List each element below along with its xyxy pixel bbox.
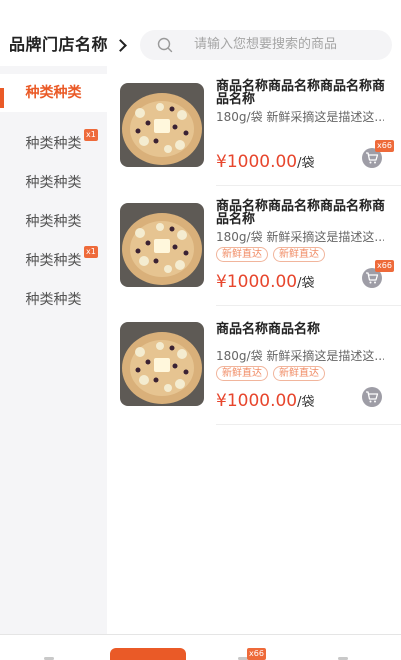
price-value: ¥1000.00 <box>216 391 298 411</box>
sidebar-item[interactable]: 种类种类 <box>0 74 107 112</box>
tab-category-active[interactable] <box>110 648 186 660</box>
sidebar-item-label: 种类种类 <box>25 85 82 101</box>
tab-cart-badge: x66 <box>247 648 266 660</box>
product-price: ¥1000.00/袋 <box>216 270 315 296</box>
product-image[interactable] <box>120 322 204 406</box>
product-tag: 新鲜直达 <box>216 366 268 381</box>
product-description: 180g/袋 新鲜采摘这是描述这... <box>216 230 384 244</box>
product-name: 商品名称商品名称商品名称商品名称 <box>216 199 386 227</box>
product-card[interactable]: 商品名称商品名称商品名称商品名称 180g/袋 新鲜采摘这是描述这... ¥10… <box>107 66 401 186</box>
product-name: 商品名称商品名称商品名称商品名称 <box>216 79 386 107</box>
search-icon <box>157 37 173 53</box>
price-value: ¥1000.00 <box>216 272 298 292</box>
divider <box>216 424 401 425</box>
header: 品牌门店名称 请输入您想要搜索的商品 <box>0 0 401 66</box>
product-image[interactable] <box>120 203 204 287</box>
cart-icon <box>366 272 379 284</box>
cart-icon <box>366 391 379 403</box>
product-card[interactable]: 商品名称商品名称 180g/袋 新鲜采摘这是描述这... 新鲜直达 新鲜直达 ¥… <box>107 305 401 425</box>
product-list: 商品名称商品名称商品名称商品名称 180g/袋 新鲜采摘这是描述这... ¥10… <box>107 66 401 634</box>
add-to-cart-button[interactable] <box>362 387 382 407</box>
cart-count-badge: x66 <box>375 260 394 272</box>
price-value: ¥1000.00 <box>216 152 298 172</box>
sidebar-item-label: 种类种类 <box>25 175 82 191</box>
cart-count-badge: x66 <box>375 140 394 152</box>
product-card[interactable]: 商品名称商品名称商品名称商品名称 180g/袋 新鲜采摘这是描述这... 新鲜直… <box>107 186 401 306</box>
search-placeholder: 请输入您想要搜索的商品 <box>194 37 338 52</box>
product-tags: 新鲜直达 新鲜直达 <box>216 366 330 381</box>
product-tags: 新鲜直达 新鲜直达 <box>216 247 330 262</box>
sidebar-item[interactable]: 种类种类 <box>0 203 107 241</box>
chevron-right-icon <box>114 39 127 52</box>
sidebar-item-label: 种类种类 <box>25 136 82 152</box>
product-tag: 新鲜直达 <box>273 247 325 262</box>
sidebar-item[interactable]: 种类种类 x1 <box>0 242 107 280</box>
brand-name: 品牌门店名称 <box>9 35 109 54</box>
price-unit: /袋 <box>297 395 315 410</box>
price-unit: /袋 <box>297 276 315 291</box>
sidebar-count-badge: x1 <box>84 246 98 258</box>
product-description: 180g/袋 新鲜采摘这是描述这... <box>216 349 384 363</box>
sidebar-item-label: 种类种类 <box>25 214 82 230</box>
category-sidebar: 种类种类 种类种类 x1 种类种类 种类种类 种类种类 x1 种类种类 <box>0 66 107 634</box>
search-bar[interactable]: 请输入您想要搜索的商品 <box>140 30 392 60</box>
product-tag: 新鲜直达 <box>216 247 268 262</box>
sidebar-count-badge: x1 <box>84 129 98 141</box>
product-name: 商品名称商品名称 <box>216 322 321 337</box>
product-tag: 新鲜直达 <box>273 366 325 381</box>
sidebar-item[interactable]: 种类种类 <box>0 281 107 319</box>
sidebar-item[interactable]: 种类种类 x1 <box>0 125 107 163</box>
cart-icon <box>366 152 379 164</box>
sidebar-item-label: 种类种类 <box>25 292 82 308</box>
sidebar-item-label: 种类种类 <box>25 253 82 269</box>
price-unit: /袋 <box>297 156 315 171</box>
product-description: 180g/袋 新鲜采摘这是描述这... <box>216 110 384 124</box>
product-price: ¥1000.00/袋 <box>216 389 315 415</box>
sidebar-item[interactable]: 种类种类 <box>0 164 107 202</box>
product-image[interactable] <box>120 83 204 167</box>
product-price: ¥1000.00/袋 <box>216 150 315 176</box>
bottom-tab-bar: x66 <box>0 634 401 660</box>
store-selector[interactable]: 品牌门店名称 <box>9 33 127 57</box>
